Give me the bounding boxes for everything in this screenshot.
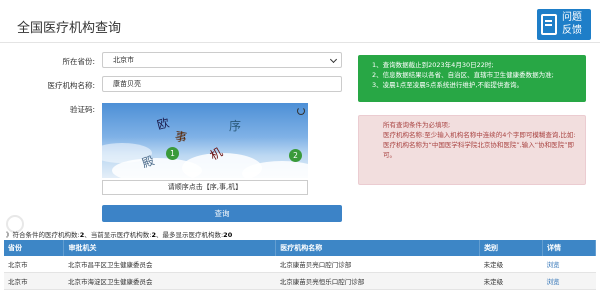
column-header: 审批机关 [63,240,277,256]
captcha-hint: 请顺序点击【序,事,机】 [102,180,308,195]
notice-line: 3、凌晨1点至凌晨5点系统进行维护,不能提供查询。 [372,81,523,89]
max-count: 20 [223,231,233,239]
summary-mid2: 、最多显示医疗机构数: [155,231,224,239]
column-header: 省份 [4,240,65,256]
cell-province: 北京市 [4,272,64,290]
captcha-char: 事 [173,129,189,145]
column-header: 类别 [479,240,543,256]
cell-details: 浏览 [542,256,596,273]
notice-line: 2、信息数据结果以各省、自治区、直辖市卫生健康委数据为准; [372,71,554,79]
tips-line: 医疗机构名称:至少输入机构名称中连续的4个字即可模糊查询,比如:医疗机构名称为“… [383,131,576,159]
cell-org-name: 北京康苗贝亮恒乐口腔门诊部 [275,272,480,290]
table-header-row: 省份 审批机关 医疗机构名称 类别 详情 [4,240,596,256]
column-header: 详情 [542,240,596,256]
chevron-down-icon [329,55,338,64]
header-divider [0,42,600,43]
notice-box: 1、查询数据截止到2023年4月30日22时; 2、信息数据结果以各省、自治区、… [358,55,586,102]
province-label: 所在省份: [62,57,95,66]
captcha-click-marker: 2 [289,149,302,162]
cell-details: 浏览 [542,272,596,290]
cell-province: 北京市 [4,256,64,273]
org-name-value: 康苗贝亮 [113,80,141,88]
org-name-input[interactable]: 康苗贝亮 [102,76,342,92]
browse-link[interactable]: 浏览 [547,278,560,286]
captcha-char: 序 [229,119,242,133]
summary-prefix: 》符合条件的医疗机构数: [6,231,80,239]
province-select[interactable]: 北京市 [102,52,342,68]
cell-org-name: 北京康苗贝亮口腔门诊部 [275,256,480,273]
cell-category: 未定级 [479,256,543,273]
cell-authority: 北京市海淀区卫生健康委员会 [63,272,276,290]
cell-category: 未定级 [479,272,543,290]
refresh-icon[interactable] [297,107,305,115]
captcha-label: 验证码: [69,105,95,114]
feedback-button[interactable]: 问题 反馈 [537,9,591,40]
captcha-click-marker: 1 [166,147,179,160]
feedback-icon [541,14,557,35]
results-table: 省份 审批机关 医疗机构名称 类别 详情 北京市 北京市昌平区卫生健康委员会 北… [4,240,596,290]
result-summary: 》符合条件的医疗机构数:2、当前显示医疗机构数:2、最多显示医疗机构数:20 [6,229,232,239]
feedback-label-line2: 反馈 [562,25,582,36]
tips-box: 所有查询条件为必填项; 医疗机构名称:至少输入机构名称中连续的4个字即可模糊查询… [358,115,586,185]
captcha-char: 欧 [155,115,171,133]
captcha-image[interactable]: 欧 事 机 序 殿 1 2 [102,103,308,178]
province-value: 北京市 [113,56,134,64]
summary-mid1: 、当前显示医疗机构数: [84,231,152,239]
page-title: 全国医疗机构查询 [17,21,122,36]
table-row: 北京市 北京市昌平区卫生健康委员会 北京康苗贝亮口腔门诊部 未定级 浏览 [4,256,596,273]
tips-line: 所有查询条件为必填项; [383,121,451,129]
browse-link[interactable]: 浏览 [547,261,560,269]
table-row: 北京市 北京市海淀区卫生健康委员会 北京康苗贝亮恒乐口腔门诊部 未定级 浏览 [4,272,596,290]
cell-authority: 北京市昌平区卫生健康委员会 [63,256,276,273]
query-button[interactable]: 查询 [102,205,342,222]
notice-line: 1、查询数据截止到2023年4月30日22时; [372,61,494,69]
column-header: 医疗机构名称 [275,240,481,256]
org-name-label: 医疗机构名称: [47,81,95,90]
feedback-label-line1: 问题 [562,12,582,23]
